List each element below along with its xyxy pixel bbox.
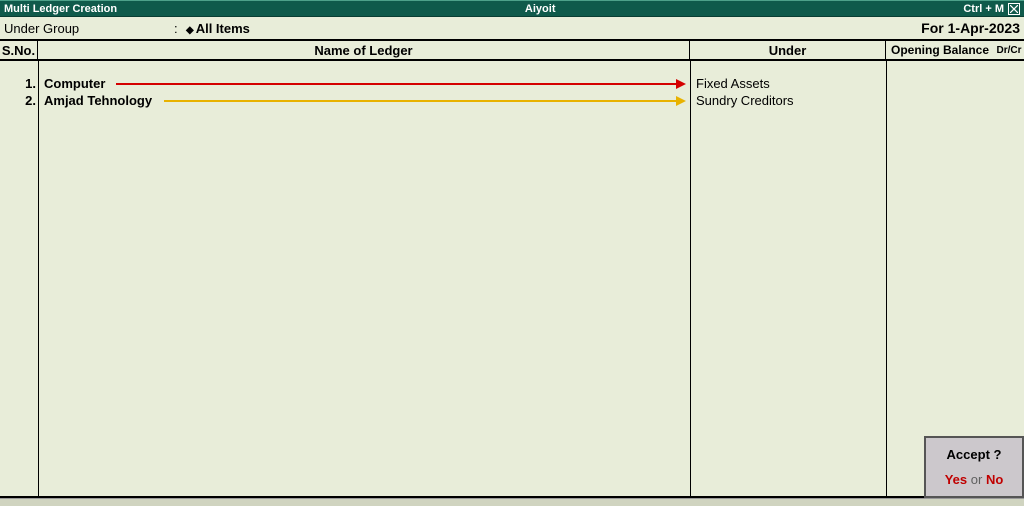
accept-no-button[interactable]: No bbox=[986, 472, 1003, 487]
as-on-date: For 1-Apr-2023 bbox=[921, 20, 1020, 36]
cell-sno: 1. bbox=[0, 76, 38, 91]
col-header-drcr: Dr/Cr bbox=[994, 41, 1024, 59]
col-header-opening: Opening Balance bbox=[886, 41, 994, 59]
close-icon[interactable] bbox=[1008, 3, 1020, 15]
filter-bar: Under Group : ◆All Items For 1-Apr-2023 bbox=[0, 17, 1024, 39]
table-row[interactable]: 1. Computer Fixed Assets bbox=[0, 75, 1024, 92]
cell-under-group[interactable]: Sundry Creditors bbox=[690, 93, 886, 108]
diamond-icon: ◆ bbox=[186, 25, 194, 36]
accept-dialog: Accept ? Yes or No bbox=[924, 436, 1024, 498]
table-body: 1. Computer Fixed Assets 2. Amjad Tehnology S… bbox=[0, 61, 1024, 498]
status-bar bbox=[0, 498, 1024, 506]
under-group-value[interactable]: ◆All Items bbox=[186, 21, 250, 36]
title-bar: Multi Ledger Creation Aiyoit Ctrl + M bbox=[0, 0, 1024, 17]
accept-yes-button[interactable]: Yes bbox=[945, 472, 967, 487]
screen-title: Multi Ledger Creation bbox=[4, 3, 117, 15]
table-row[interactable]: 2. Amjad Tehnology Sundry Creditors bbox=[0, 92, 1024, 109]
arrow-icon bbox=[116, 83, 686, 85]
arrow-icon bbox=[164, 100, 686, 102]
col-header-under: Under bbox=[690, 41, 886, 59]
ledger-name-text: Amjad Tehnology bbox=[44, 93, 152, 108]
col-header-name: Name of Ledger bbox=[38, 41, 690, 59]
under-group-label: Under Group bbox=[4, 21, 174, 36]
cell-ledger-name[interactable]: Amjad Tehnology bbox=[38, 93, 690, 108]
grid-line bbox=[886, 61, 887, 496]
cell-sno: 2. bbox=[0, 93, 38, 108]
ledger-name-text: Computer bbox=[44, 76, 105, 91]
table-header: S.No. Name of Ledger Under Opening Balan… bbox=[0, 39, 1024, 61]
accept-or-text: or bbox=[971, 472, 983, 487]
cell-under-group[interactable]: Fixed Assets bbox=[690, 76, 886, 91]
company-name: Aiyoit bbox=[117, 3, 963, 15]
col-header-sno: S.No. bbox=[0, 41, 38, 59]
grid-line bbox=[38, 61, 39, 496]
accept-question: Accept ? bbox=[947, 447, 1002, 462]
shortcut-hint: Ctrl + M bbox=[963, 3, 1004, 15]
grid-line bbox=[690, 61, 691, 496]
cell-ledger-name[interactable]: Computer bbox=[38, 76, 690, 91]
separator: : bbox=[174, 21, 186, 36]
